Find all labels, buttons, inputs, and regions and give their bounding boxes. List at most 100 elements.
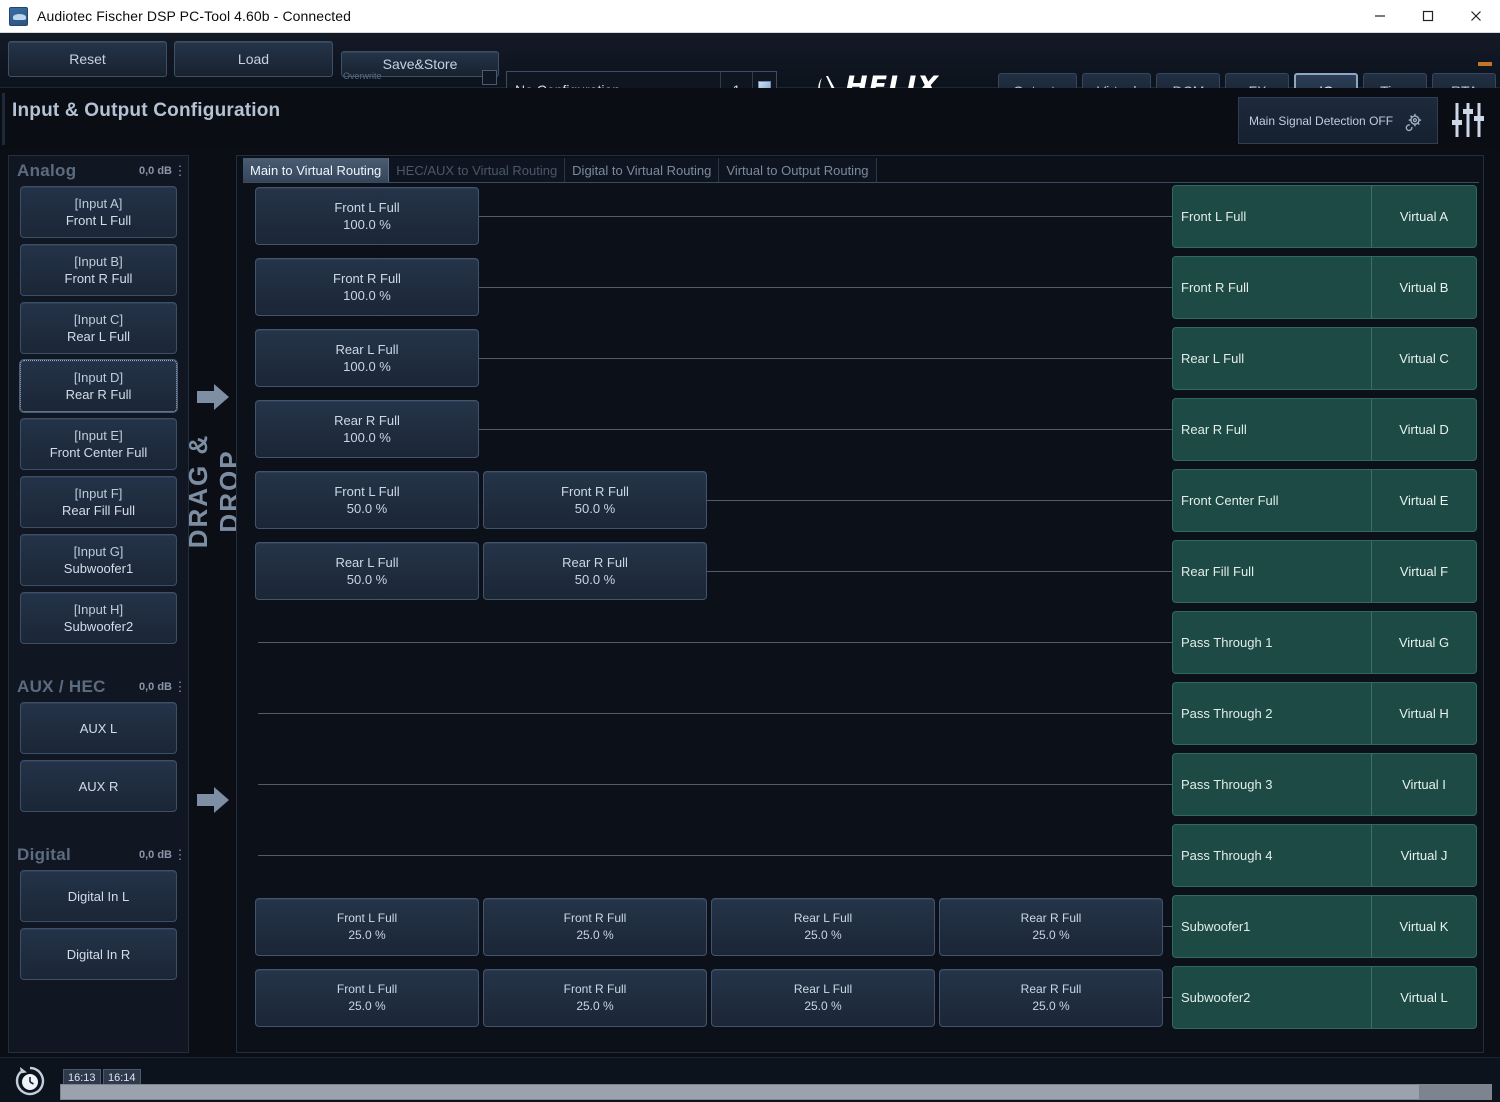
routing-cell-percent: 25.0 % <box>348 999 386 1013</box>
digital-in-r-label: Digital In R <box>66 946 131 962</box>
routing-cell[interactable]: Front R Full 25.0 % <box>483 898 707 956</box>
input-c-label: Rear L Full <box>66 329 131 344</box>
sidebar-item-input-g[interactable]: [Input G] Subwoofer1 <box>20 534 177 586</box>
aux-r-label: AUX R <box>78 778 119 794</box>
tab-main-to-virtual-routing[interactable]: Main to Virtual Routing <box>243 158 390 182</box>
routing-cell[interactable]: Rear R Full 50.0 % <box>483 542 707 600</box>
virtual-channel-divider <box>1371 399 1372 460</box>
connector-line <box>258 713 1172 714</box>
close-icon[interactable] <box>1452 0 1500 33</box>
virtual-channel-tag: Virtual B <box>1399 280 1449 295</box>
sidebar-section-menu-analog[interactable]: ⋮ <box>172 164 188 177</box>
sidebar-item-digital-in-r[interactable]: Digital In R <box>20 928 177 980</box>
virtual-channel-row[interactable]: Rear R Full Virtual D <box>1172 398 1477 461</box>
virtual-channel-name: Subwoofer2 <box>1181 990 1251 1005</box>
virtual-channel-row[interactable]: Rear Fill Full Virtual F <box>1172 540 1477 603</box>
sidebar-section-header-aux-hec: AUX / HEC 0,0 dB ⋮ <box>9 672 188 702</box>
input-h-label: Subwoofer2 <box>63 619 134 634</box>
virtual-channel-name: Rear R Full <box>1181 422 1247 437</box>
routing-cell[interactable]: Front R Full 100.0 % <box>255 258 479 316</box>
routing-cell-name: Front L Full <box>334 484 400 499</box>
virtual-channel-divider <box>1371 683 1372 744</box>
sidebar-item-input-f[interactable]: [Input F] Rear Fill Full <box>20 476 177 528</box>
main-signal-detection-button[interactable]: Main Signal Detection OFF <box>1238 97 1438 144</box>
routing-tabs: Main to Virtual Routing HEC/AUX to Virtu… <box>243 158 877 182</box>
routing-canvas: Front L Full 100.0 % Front R Full 100.0 … <box>243 183 1479 1049</box>
routing-cell-name: Rear R Full <box>1020 911 1082 925</box>
horizontal-scrollbar[interactable] <box>60 1084 1492 1100</box>
virtual-channel-divider <box>1371 186 1372 247</box>
routing-cell[interactable]: Front L Full 25.0 % <box>255 969 479 1027</box>
sidebar-item-aux-r[interactable]: AUX R <box>20 760 177 812</box>
overwrite-checkbox[interactable] <box>482 70 497 85</box>
sidebar-item-input-b[interactable]: [Input B] Front R Full <box>20 244 177 296</box>
input-a-label: Front L Full <box>65 213 132 228</box>
virtual-channel-divider <box>1371 825 1372 886</box>
sidebar-section-menu-digital[interactable]: ⋮ <box>172 848 188 861</box>
sliders-icon[interactable] <box>1450 100 1486 140</box>
virtual-channel-row[interactable]: Front R Full Virtual B <box>1172 256 1477 319</box>
routing-cell[interactable]: Front L Full 100.0 % <box>255 187 479 245</box>
routing-cell[interactable]: Front R Full 50.0 % <box>483 471 707 529</box>
connector-line <box>258 784 1172 785</box>
sidebar-item-input-d[interactable]: [Input D] Rear R Full <box>19 359 178 413</box>
routing-cell-percent: 25.0 % <box>1032 999 1070 1013</box>
virtual-channel-row[interactable]: Subwoofer2 Virtual L <box>1172 966 1477 1029</box>
load-button[interactable]: Load <box>174 41 333 77</box>
sidebar-item-input-c[interactable]: [Input C] Rear L Full <box>20 302 177 354</box>
routing-cell[interactable]: Rear R Full 25.0 % <box>939 898 1163 956</box>
routing-cell-percent: 100.0 % <box>343 359 391 374</box>
routing-cell[interactable]: Rear L Full 25.0 % <box>711 969 935 1027</box>
virtual-channel-row[interactable]: Rear L Full Virtual C <box>1172 327 1477 390</box>
sidebar-item-aux-l[interactable]: AUX L <box>20 702 177 754</box>
sidebar-item-input-h[interactable]: [Input H] Subwoofer2 <box>20 592 177 644</box>
sidebar-item-input-e[interactable]: [Input E] Front Center Full <box>20 418 177 470</box>
input-g-id: [Input G] <box>73 544 124 559</box>
routing-cell[interactable]: Rear R Full 100.0 % <box>255 400 479 458</box>
reset-button[interactable]: Reset <box>8 41 167 77</box>
virtual-channel-divider <box>1371 612 1372 673</box>
gear-icon <box>1405 113 1422 131</box>
sidebar-section-menu-aux-hec[interactable]: ⋮ <box>172 680 188 693</box>
sidebar-section-gain-aux-hec: 0,0 dB <box>138 681 172 693</box>
routing-cell-name: Rear L Full <box>793 911 853 925</box>
routing-cell[interactable]: Rear L Full 50.0 % <box>255 542 479 600</box>
sidebar-section-title-aux-hec: AUX / HEC <box>17 677 106 696</box>
routing-cell[interactable]: Front R Full 25.0 % <box>483 969 707 1027</box>
routing-cell[interactable]: Rear L Full 25.0 % <box>711 898 935 956</box>
routing-cell[interactable]: Front L Full 50.0 % <box>255 471 479 529</box>
routing-cell[interactable]: Rear L Full 100.0 % <box>255 329 479 387</box>
virtual-channel-row[interactable]: Subwoofer1 Virtual K <box>1172 895 1477 958</box>
sidebar-item-input-a[interactable]: [Input A] Front L Full <box>20 186 177 238</box>
virtual-channel-divider <box>1371 328 1372 389</box>
virtual-channel-name: Pass Through 4 <box>1181 848 1273 863</box>
virtual-channel-row[interactable]: Pass Through 3 Virtual I <box>1172 753 1477 816</box>
maximize-icon[interactable] <box>1404 0 1452 33</box>
routing-cell[interactable]: Front L Full 25.0 % <box>255 898 479 956</box>
virtual-channel-row[interactable]: Pass Through 2 Virtual H <box>1172 682 1477 745</box>
tab-digital-to-virtual-routing[interactable]: Digital to Virtual Routing <box>565 158 720 182</box>
routing-cell-percent: 50.0 % <box>574 501 616 516</box>
connector-line <box>258 642 1172 643</box>
input-a-id: [Input A] <box>74 196 123 211</box>
connector-line <box>696 500 1172 501</box>
virtual-channel-tag: Virtual E <box>1399 493 1449 508</box>
application-window: Audiotec Fischer DSP PC-Tool 4.60b - Con… <box>0 0 1500 1102</box>
input-d-label: Rear R Full <box>65 387 132 402</box>
virtual-channel-tag: Virtual K <box>1399 919 1449 934</box>
routing-cell-percent: 50.0 % <box>346 501 388 516</box>
virtual-channel-row[interactable]: Pass Through 1 Virtual G <box>1172 611 1477 674</box>
tab-hec-aux-to-virtual-routing[interactable]: HEC/AUX to Virtual Routing <box>389 158 566 182</box>
tab-virtual-to-output-routing[interactable]: Virtual to Output Routing <box>719 158 877 182</box>
routing-cell[interactable]: Rear R Full 25.0 % <box>939 969 1163 1027</box>
clock-history-icon[interactable] <box>14 1065 46 1097</box>
sidebar-item-digital-in-l[interactable]: Digital In L <box>20 870 177 922</box>
virtual-channel-row[interactable]: Front L Full Virtual A <box>1172 185 1477 248</box>
virtual-channel-tag: Virtual J <box>1400 848 1448 863</box>
routing-cell-percent: 50.0 % <box>346 572 388 587</box>
virtual-channel-row[interactable]: Pass Through 4 Virtual J <box>1172 824 1477 887</box>
horizontal-scrollbar-thumb[interactable] <box>1419 1085 1491 1099</box>
minimize-icon[interactable] <box>1356 0 1404 33</box>
virtual-channel-row[interactable]: Front Center Full Virtual E <box>1172 469 1477 532</box>
